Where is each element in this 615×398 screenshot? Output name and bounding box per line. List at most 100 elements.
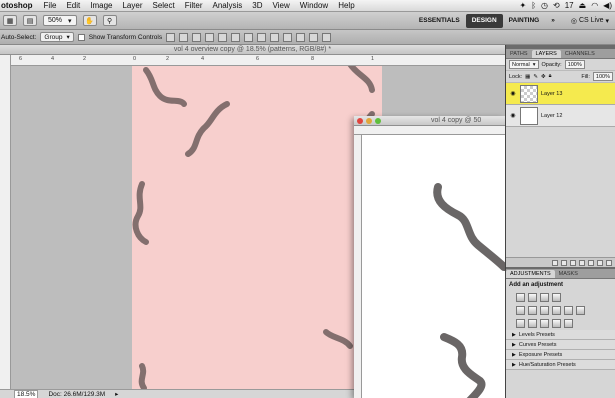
launch-bridge-button[interactable]: ▦ (3, 15, 17, 26)
menu-edit[interactable]: Edit (61, 1, 85, 10)
gradient-map-icon[interactable] (552, 319, 561, 328)
zoom-level-select[interactable]: 50% ▾ (43, 15, 77, 26)
status-arrow-icon[interactable]: ▸ (115, 390, 118, 398)
menu-analysis[interactable]: Analysis (208, 1, 248, 10)
volume-icon[interactable]: ◀) (603, 1, 612, 10)
eject-icon[interactable]: ⏏ (579, 1, 587, 10)
lock-position-icon[interactable]: ✥ (541, 74, 546, 80)
curves-icon[interactable] (540, 293, 549, 302)
align-hcenter-icon[interactable] (218, 32, 228, 42)
preset-curves[interactable]: ▶ Curves Presets (506, 340, 615, 350)
document-canvas[interactable] (132, 66, 383, 389)
color-balance-icon[interactable] (540, 306, 549, 315)
lock-transparency-icon[interactable]: ▦ (525, 74, 530, 80)
menu-file[interactable]: File (39, 1, 62, 10)
menu-help[interactable]: Help (333, 1, 359, 10)
workspace-more-button[interactable]: » (545, 17, 561, 24)
document-canvas[interactable] (362, 135, 505, 398)
vibrance-icon[interactable] (516, 306, 525, 315)
visibility-eye-icon[interactable]: ◉ (509, 90, 517, 98)
wifi-icon[interactable]: ◠ (591, 1, 598, 10)
align-right-icon[interactable] (231, 32, 241, 42)
vertical-ruler[interactable] (354, 135, 362, 398)
invert-icon[interactable] (516, 319, 525, 328)
workspace-essentials[interactable]: ESSENTIALS (413, 17, 466, 24)
hue-saturation-icon[interactable] (528, 306, 537, 315)
tab-adjustments[interactable]: ADJUSTMENTS (506, 270, 555, 278)
zoom-tool-button[interactable]: ⚲ (102, 15, 117, 26)
align-left-icon[interactable] (205, 32, 215, 42)
delete-layer-icon[interactable] (606, 259, 612, 266)
opacity-field[interactable]: 100% (564, 60, 585, 69)
menu-window[interactable]: Window (295, 1, 333, 10)
bluetooth-icon[interactable]: ᛒ (531, 1, 536, 10)
menu-image[interactable]: Image (85, 1, 117, 10)
lock-all-icon[interactable]: 🔒︎ (549, 73, 552, 80)
layer-row-layer-13[interactable]: ◉ Layer 13 (506, 83, 615, 105)
app-menu[interactable]: otoshop (0, 1, 39, 10)
distribute-hcenter-icon[interactable] (296, 32, 306, 42)
fill-field[interactable]: 100% (592, 72, 613, 81)
auto-select-dropdown[interactable]: Group ▾ (40, 32, 74, 42)
channel-mixer-icon[interactable] (576, 306, 585, 315)
blend-mode-select[interactable]: Normal ▾ (509, 60, 539, 69)
menu-select[interactable]: Select (147, 1, 179, 10)
floating-window-titlebar[interactable]: vol 4 copy @ 50 (354, 116, 505, 126)
view-extras-button[interactable]: ▤ (23, 15, 37, 26)
link-layers-icon[interactable] (552, 259, 558, 266)
layer-style-icon[interactable] (561, 259, 567, 266)
horizontal-ruler[interactable] (354, 126, 505, 135)
status-doc-size[interactable]: Doc: 26.6M/129.3M (48, 391, 105, 398)
black-white-icon[interactable] (552, 306, 561, 315)
auto-align-icon[interactable] (322, 32, 332, 42)
align-top-icon[interactable] (166, 32, 176, 42)
show-transform-checkbox[interactable] (77, 33, 85, 41)
sync-icon[interactable]: ⟲ (553, 1, 560, 10)
minimize-window-icon[interactable] (366, 117, 372, 124)
distribute-right-icon[interactable] (309, 32, 319, 42)
layer-row-layer-12[interactable]: ◉ Layer 12 (506, 105, 615, 127)
distribute-bottom-icon[interactable] (270, 32, 280, 42)
add-mask-icon[interactable] (570, 259, 576, 266)
workspace-design[interactable]: DESIGN (465, 13, 503, 28)
preset-exposure[interactable]: ▶ Exposure Presets (506, 350, 615, 360)
preset-levels[interactable]: ▶ Levels Presets (506, 330, 615, 340)
status-zoom-field[interactable]: 18.5% (14, 389, 39, 398)
lock-pixels-icon[interactable]: ✎ (533, 74, 538, 80)
distribute-top-icon[interactable] (244, 32, 254, 42)
visibility-eye-icon[interactable]: ◉ (509, 112, 517, 120)
tab-paths[interactable]: PATHS (506, 50, 532, 58)
brightness-icon[interactable] (516, 293, 525, 302)
adobe-icon[interactable]: ✦ (520, 1, 527, 10)
new-group-icon[interactable] (588, 259, 594, 266)
preset-hue-saturation[interactable]: ▶ Hue/Saturation Presets (506, 360, 615, 370)
tab-masks[interactable]: MASKS (555, 270, 582, 278)
align-vcenter-icon[interactable] (179, 32, 189, 42)
distribute-vcenter-icon[interactable] (257, 32, 267, 42)
vertical-ruler[interactable] (0, 55, 11, 389)
exposure-icon[interactable] (552, 293, 561, 302)
clock-icon[interactable]: ◷ (541, 1, 548, 10)
posterize-icon[interactable] (528, 319, 537, 328)
levels-icon[interactable] (528, 293, 537, 302)
document-tab[interactable]: vol 4 overview copy @ 18.5% (patterns, R… (0, 45, 505, 55)
tab-channels[interactable]: CHANNELS (561, 50, 599, 58)
menu-layer[interactable]: Layer (117, 1, 147, 10)
close-window-icon[interactable] (357, 117, 363, 124)
align-bottom-icon[interactable] (192, 32, 202, 42)
new-adjustment-icon[interactable] (579, 259, 585, 266)
photo-filter-icon[interactable] (564, 306, 573, 315)
menu-filter[interactable]: Filter (180, 1, 208, 10)
tab-layers[interactable]: LAYERS (531, 50, 561, 58)
distribute-left-icon[interactable] (283, 32, 293, 42)
selective-color-icon[interactable] (564, 319, 573, 328)
menu-3d[interactable]: 3D (247, 1, 267, 10)
menu-view[interactable]: View (268, 1, 295, 10)
new-layer-icon[interactable] (597, 259, 603, 266)
zoom-window-icon[interactable] (375, 117, 381, 124)
hand-tool-button[interactable]: ✋ (82, 15, 97, 26)
threshold-icon[interactable] (540, 319, 549, 328)
horizontal-ruler[interactable]: 6 4 2 0 2 4 6 8 1 (11, 55, 505, 66)
workspace-painting[interactable]: PAINTING (503, 17, 546, 24)
cs-live-button[interactable]: ◎ CS Live ▾ (567, 17, 615, 25)
